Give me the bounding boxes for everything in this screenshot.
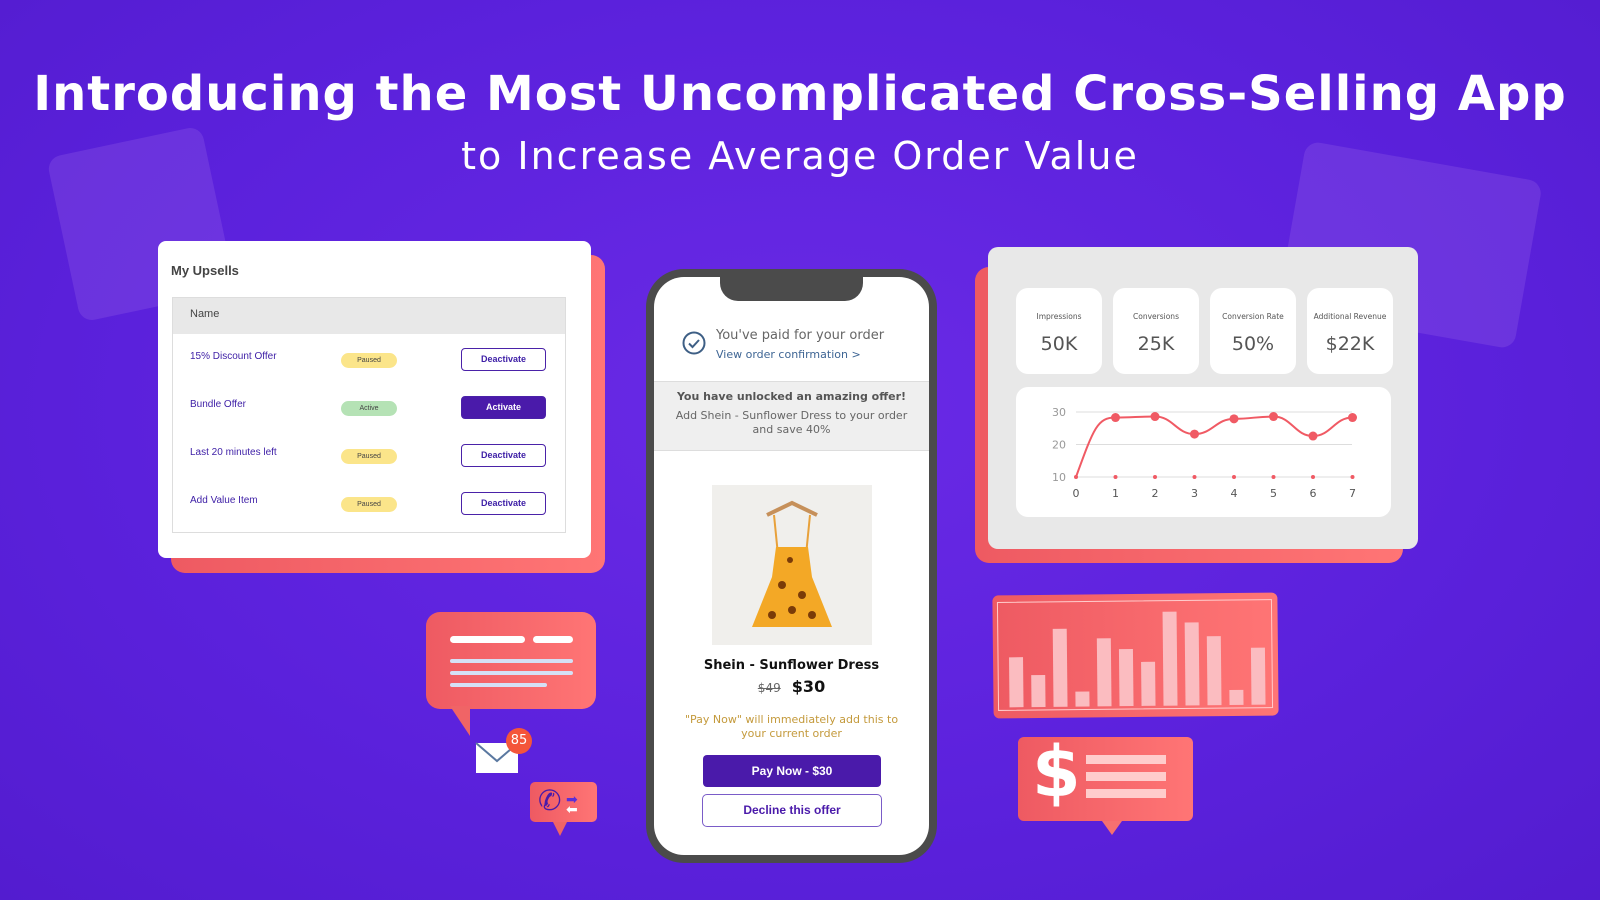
- status-badge: Paused: [341, 497, 397, 512]
- deco-bar: [1162, 611, 1178, 706]
- stat-card: Conversion Rate 50%: [1210, 288, 1296, 374]
- offer-title: You have unlocked an amazing offer!: [676, 390, 907, 403]
- stat-label: Impressions: [1036, 312, 1082, 321]
- product-name: Shein - Sunflower Dress: [703, 658, 880, 673]
- decline-offer-button[interactable]: Decline this offer: [702, 794, 882, 827]
- deactivate-button[interactable]: Deactivate: [461, 492, 546, 515]
- stat-value: 50%: [1231, 333, 1275, 355]
- status-badge: Paused: [341, 449, 397, 464]
- x-tick-label: 1: [1112, 487, 1119, 500]
- x-tick-label: 5: [1270, 487, 1277, 500]
- deco-bar: [1031, 674, 1046, 708]
- data-point: [1269, 412, 1278, 422]
- stat-label: Conversion Rate: [1222, 312, 1284, 321]
- deactivate-button[interactable]: Deactivate: [461, 348, 546, 371]
- column-header-name: Name: [173, 298, 565, 334]
- paid-message: You've paid for your order: [716, 328, 885, 343]
- x-tick-label: 0: [1073, 487, 1080, 500]
- product-image: [712, 485, 872, 645]
- deco-bar: [1075, 691, 1090, 707]
- baseline-dot: [1232, 475, 1236, 479]
- notification-badge: 85: [506, 728, 532, 754]
- line-chart: 10 20 30 0 1 2 3 4 5 6 7: [1052, 406, 1357, 500]
- check-circle-icon: [682, 331, 706, 355]
- data-point: [1229, 414, 1239, 424]
- y-tick-label: 30: [1052, 406, 1066, 419]
- upsells-table: Name 15% Discount Offer Paused Deactivat…: [172, 297, 566, 533]
- bar-chart-illustration: [992, 592, 1279, 719]
- stat-card: Conversions 25K: [1113, 288, 1199, 374]
- stat-card: Impressions 50K: [1016, 288, 1102, 374]
- stats-panel: Impressions 50K Conversions 25K Conversion R…: [988, 247, 1418, 549]
- deco-bar: [1118, 649, 1134, 707]
- baseline-dot: [1350, 475, 1355, 479]
- upsells-panel: My Upsells Name 15% Discount Offer Pause…: [158, 241, 591, 558]
- stat-label: Additional Revenue: [1313, 312, 1387, 321]
- headline: Introducing the Most Uncomplicated Cross…: [33, 66, 1567, 122]
- stat-label: Conversions: [1133, 312, 1179, 321]
- deco-bar: [1009, 657, 1024, 708]
- status-badge: Paused: [341, 353, 397, 368]
- x-tick-label: 6: [1310, 487, 1317, 500]
- pay-now-button[interactable]: Pay Now - $30: [703, 755, 881, 787]
- data-point: [1150, 412, 1160, 422]
- table-row: Last 20 minutes left Paused Deactivate: [173, 430, 565, 478]
- view-order-link[interactable]: View order confirmation >: [716, 348, 861, 361]
- upsells-title: My Upsells: [171, 263, 239, 278]
- dollar-bubble-icon: $: [1018, 731, 1193, 835]
- deco-bar: [1141, 661, 1156, 706]
- table-row: Bundle Offer Active Activate: [173, 382, 565, 430]
- baseline-dot: [1271, 475, 1276, 479]
- table-row: Add Value Item Paused Deactivate: [173, 478, 565, 526]
- phone-notch: [720, 277, 863, 301]
- deactivate-button[interactable]: Deactivate: [461, 444, 546, 467]
- baseline-dot: [1192, 475, 1197, 479]
- data-point: [1308, 431, 1318, 441]
- deco-bar: [1052, 628, 1068, 707]
- chat-bubble-icon: [426, 612, 596, 736]
- deco-bar: [1206, 636, 1222, 706]
- data-point: [1190, 429, 1199, 439]
- data-point: [1111, 413, 1120, 423]
- series-line: [1075, 415, 1353, 478]
- baseline-dot: [1153, 475, 1157, 479]
- status-badge: Active: [341, 401, 397, 416]
- upsell-name: Add Value Item: [190, 495, 258, 506]
- y-tick-label: 10: [1052, 471, 1066, 484]
- stat-value: 25K: [1137, 333, 1175, 355]
- x-tick-label: 3: [1191, 487, 1198, 500]
- deco-bar: [1096, 638, 1112, 707]
- phone-transfer-icon: ✆ ➡ ⬅: [530, 782, 597, 836]
- y-tick-label: 20: [1052, 439, 1066, 452]
- stat-value: 50K: [1040, 333, 1078, 355]
- offer-text: Add Shein - Sunflower Dress to your orde…: [675, 409, 908, 436]
- upsell-name: 15% Discount Offer: [190, 351, 277, 362]
- x-tick-label: 2: [1152, 487, 1159, 500]
- baseline-dot: [1113, 475, 1118, 479]
- deco-bar: [1184, 622, 1200, 706]
- pay-now-note: "Pay Now" will immediately add this to y…: [684, 713, 899, 740]
- stat-card: Additional Revenue $22K: [1307, 288, 1393, 374]
- deco-bar: [1250, 647, 1266, 705]
- upsell-name: Last 20 minutes left: [190, 447, 277, 458]
- price: $30: [791, 677, 826, 696]
- x-tick-label: 4: [1231, 487, 1238, 500]
- data-point: [1348, 413, 1357, 423]
- stat-value: $22K: [1325, 333, 1375, 355]
- deco-bar: [1229, 689, 1244, 706]
- table-row: 15% Discount Offer Paused Deactivate: [173, 334, 565, 382]
- upsell-name: Bundle Offer: [190, 399, 246, 410]
- phone-mockup: You've paid for your order View order co…: [646, 269, 937, 863]
- old-price: $49: [757, 681, 781, 695]
- activate-button[interactable]: Activate: [461, 396, 546, 419]
- baseline-dot: [1311, 475, 1315, 479]
- x-tick-label: 7: [1349, 487, 1356, 500]
